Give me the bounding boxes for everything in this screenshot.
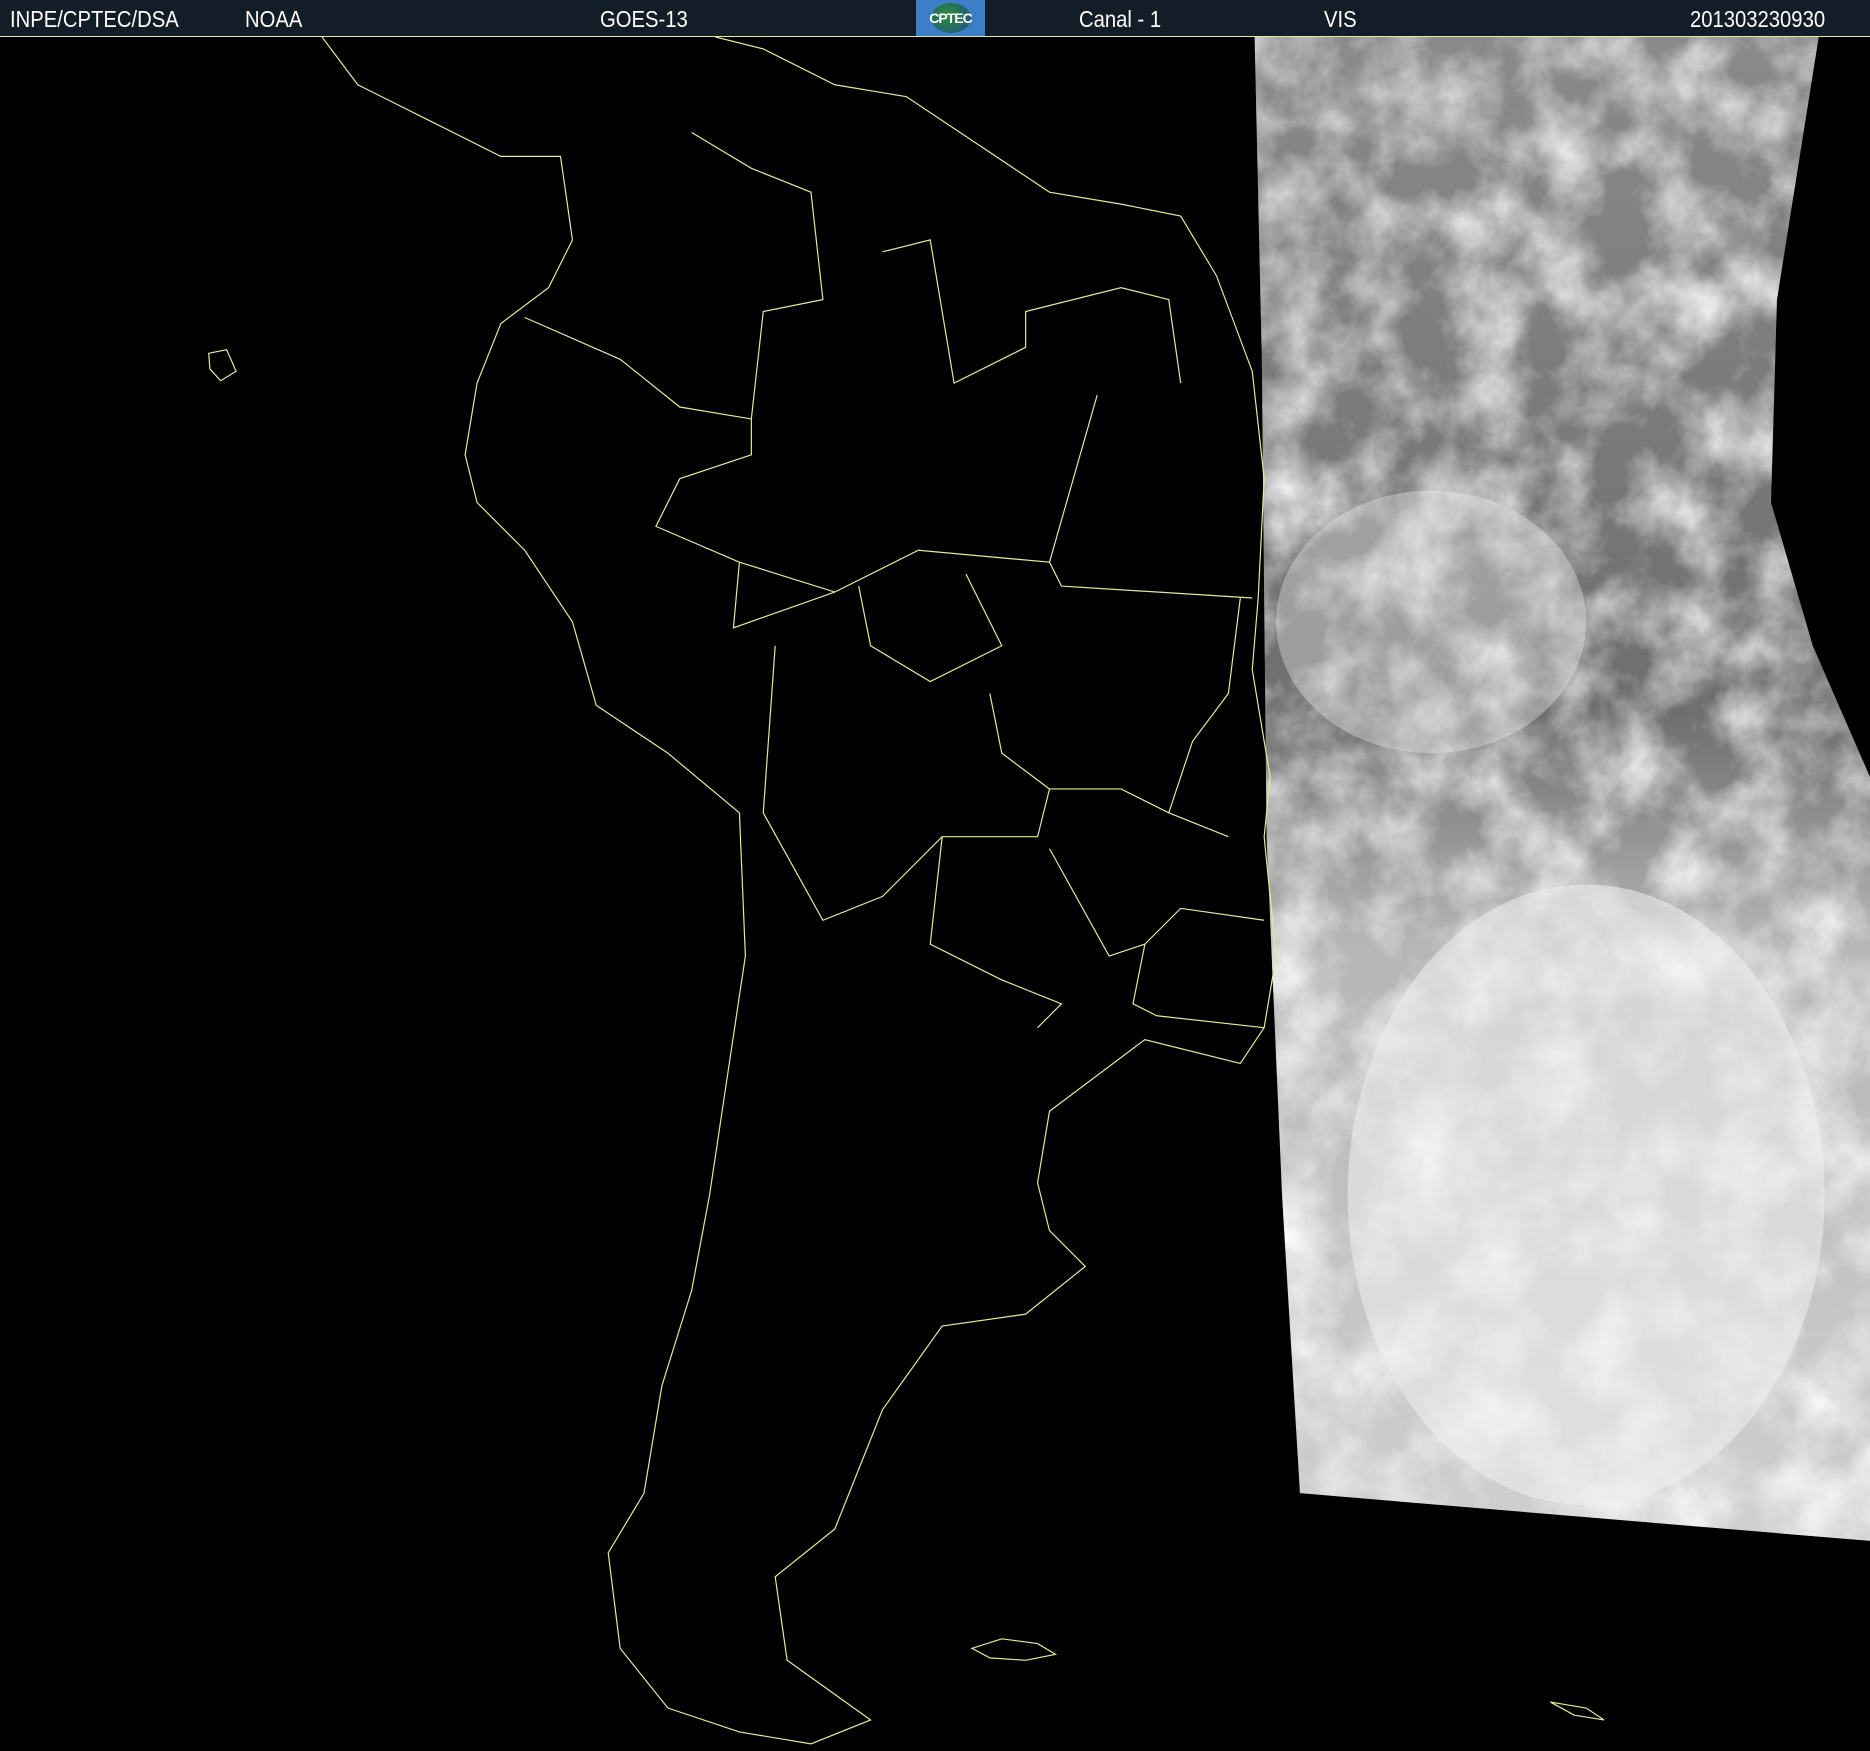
- south-georgia: [1550, 1701, 1605, 1721]
- agency-label: NOAA: [245, 6, 303, 32]
- falkland-islands: [970, 1638, 1058, 1661]
- cptec-logo: CPTEC: [916, 0, 985, 36]
- header-bar: INPE/CPTEC/DSA NOAA GOES-13 CPTEC Canal …: [0, 0, 1870, 36]
- continent-coastline: [321, 37, 1277, 1745]
- channel-label: Canal - 1: [1079, 6, 1162, 32]
- logo-globe-icon: CPTEC: [929, 3, 973, 33]
- satellite-label: GOES-13: [600, 6, 688, 32]
- satellite-swath: [1254, 37, 1870, 1541]
- border-lines: [524, 131, 1265, 1029]
- source-label: INPE/CPTEC/DSA: [10, 6, 179, 32]
- satellite-map: [0, 36, 1870, 1751]
- galapagos-islands: [208, 349, 237, 382]
- band-label: VIS: [1324, 6, 1357, 32]
- map-canvas: [208, 37, 1870, 1745]
- timestamp-label: 201303230930: [1690, 6, 1826, 32]
